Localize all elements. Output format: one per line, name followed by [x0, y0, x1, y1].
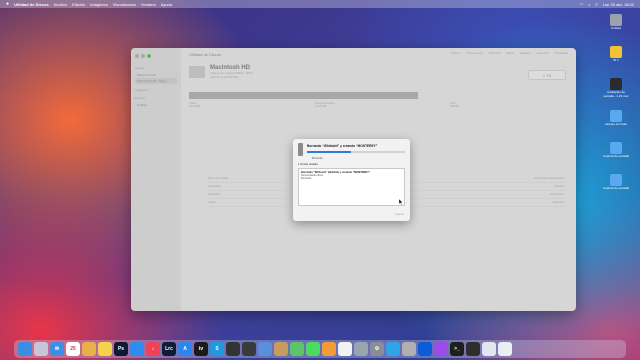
podcasts-icon[interactable]: [434, 342, 448, 356]
toolbar-volume[interactable]: Volumen: [451, 52, 461, 55]
lightroom-classic-icon[interactable]: Lrc: [162, 342, 176, 356]
mail-icon[interactable]: ✉: [50, 342, 64, 356]
automator-icon[interactable]: [274, 342, 288, 356]
disk-subtitle-2: macOS 11.6 (20G165): [210, 75, 238, 79]
capacity-box: 1 TB: [528, 70, 566, 80]
disk-utility-icon[interactable]: [354, 342, 368, 356]
davinci-icon[interactable]: [226, 342, 240, 356]
zoom-button[interactable]: [147, 54, 151, 58]
control-center-icon[interactable]: ≡: [596, 2, 598, 7]
photoshop-icon[interactable]: Ps: [114, 342, 128, 356]
minimize-button[interactable]: [141, 54, 145, 58]
dialog-status: Borrando: [312, 157, 323, 160]
dock: ✉ 25 Ps ♪ Lrc Atv S ⚙ >_: [14, 340, 626, 358]
toolbar-first-aid[interactable]: Primera ayuda: [467, 52, 483, 55]
video-file-icon: [610, 78, 622, 90]
quicktime-icon[interactable]: [258, 342, 272, 356]
desktop-icon-ir1[interactable]: IR 1: [596, 46, 636, 76]
toolbar-erase[interactable]: Borrar: [507, 52, 514, 55]
notes-icon[interactable]: [98, 342, 112, 356]
sidebar-section-internal: Interno: [135, 66, 145, 70]
close-button[interactable]: [135, 54, 139, 58]
dialog-title: Borrando “Whitstott” y creando “MONTEREY…: [307, 144, 378, 148]
drive-icon: [298, 143, 303, 156]
legend-free: Libre 463 GB: [450, 102, 459, 108]
trash-icon[interactable]: [498, 342, 512, 356]
details-toggle[interactable]: ▾ Ocultar detalles: [298, 163, 405, 166]
apple-tv-icon[interactable]: tv: [194, 342, 208, 356]
folder-icon: [610, 174, 622, 186]
1password-icon[interactable]: [418, 342, 432, 356]
details-log: Borrando “Whitstott” (disk5s1) y creando…: [298, 168, 405, 206]
messages-icon[interactable]: [306, 342, 320, 356]
skype-icon[interactable]: S: [210, 342, 224, 356]
sidebar: Interno Macintosh HD Macintosh HD - Dato…: [131, 48, 181, 311]
final-cut-icon[interactable]: [242, 342, 256, 356]
safari-icon[interactable]: [130, 342, 144, 356]
boot-camp-icon[interactable]: [402, 342, 416, 356]
activity-monitor-icon[interactable]: [466, 342, 480, 356]
sidebar-section-external: Externo: [135, 96, 146, 100]
desktop-icon-capture-2[interactable]: Captura de pantalla: [596, 174, 636, 204]
sidebar-item-untitled[interactable]: Untitled: [135, 102, 177, 108]
disk-header: Macintosh HD Volumen de sistema APFS · A…: [189, 65, 568, 79]
desktop-icons: Untitled IR 1 Grabación de pantalla...1.…: [596, 14, 636, 206]
clock[interactable]: Lun 25 abr. 18:02: [603, 2, 634, 7]
folder-icon: [610, 110, 622, 122]
maps-icon[interactable]: [290, 342, 304, 356]
launchpad-icon[interactable]: [34, 342, 48, 356]
home-icon[interactable]: [322, 342, 336, 356]
calendar-icon[interactable]: 25: [66, 342, 80, 356]
wifi-icon[interactable]: ◠: [580, 2, 584, 7]
usage-legend: Usado 15,25 GB Otros volúmenes 22,22 GB Li…: [189, 102, 459, 108]
desktop-icon-recording[interactable]: Grabación de pantalla...1.22.mov: [596, 78, 636, 108]
app-store-icon[interactable]: A: [178, 342, 192, 356]
apple-menu-icon[interactable]: ●: [6, 1, 9, 7]
toolbar-partition[interactable]: Particionar: [489, 52, 501, 55]
desktop-icon-capture-1[interactable]: Captura de pantalla: [596, 142, 636, 172]
menu-app-name[interactable]: Utilidad de Discos: [14, 2, 49, 7]
erase-progress-dialog: Borrando “Whitstott” y creando “MONTEREY…: [293, 139, 410, 221]
preview-icon[interactable]: [482, 342, 496, 356]
photos-icon[interactable]: [82, 342, 96, 356]
system-preferences-icon[interactable]: ⚙: [370, 342, 384, 356]
mouse-pointer-icon: [399, 199, 403, 205]
usb-drive-icon: [610, 46, 622, 58]
sidebar-section-images: Imágenes: [135, 88, 149, 92]
chrome-icon[interactable]: [338, 342, 352, 356]
telegram-icon[interactable]: [386, 342, 400, 356]
ok-button[interactable]: Aceptar: [395, 213, 404, 216]
toolbar-info[interactable]: Información: [555, 52, 568, 55]
terminal-icon[interactable]: >_: [450, 342, 464, 356]
details-line: Borrando: [301, 177, 312, 180]
music-icon[interactable]: ♪: [146, 342, 160, 356]
progress-bar: [307, 151, 405, 153]
menu-archivo[interactable]: Archivo: [54, 2, 67, 7]
menu-ventana[interactable]: Ventana: [141, 2, 156, 7]
desktop-icon-untitled[interactable]: Untitled: [596, 14, 636, 44]
menu-imagenes[interactable]: Imágenes: [90, 2, 108, 7]
search-icon[interactable]: ⌕: [588, 2, 590, 7]
finder-icon[interactable]: [18, 342, 32, 356]
folder-icon: [610, 142, 622, 154]
menu-ayuda[interactable]: Ayuda: [161, 2, 172, 7]
usage-bar: [189, 92, 418, 99]
toolbar: Volumen Primera ayuda Particionar Borrar…: [451, 52, 568, 55]
menu-visualizacion[interactable]: Visualización: [113, 2, 136, 7]
toolbar-unmount[interactable]: Desmontar: [537, 52, 549, 55]
menu-bar: ● Utilidad de Discos Archivo Edición Imá…: [0, 0, 640, 8]
toolbar-restore[interactable]: Restaurar: [520, 52, 531, 55]
hard-drive-icon: [189, 66, 205, 78]
menu-edicion[interactable]: Edición: [72, 2, 85, 7]
drive-icon: [610, 14, 622, 26]
progress-fill: [307, 151, 352, 153]
window-controls: [135, 54, 177, 58]
desktop-icon-folder[interactable]: carpeta sin título: [596, 110, 636, 140]
legend-used: Usado 15,25 GB: [189, 102, 200, 108]
sidebar-item-macintosh-hd-datos[interactable]: Macintosh HD - Datos: [135, 78, 177, 84]
legend-other-volumes: Otros volúmenes 22,22 GB: [315, 102, 335, 108]
